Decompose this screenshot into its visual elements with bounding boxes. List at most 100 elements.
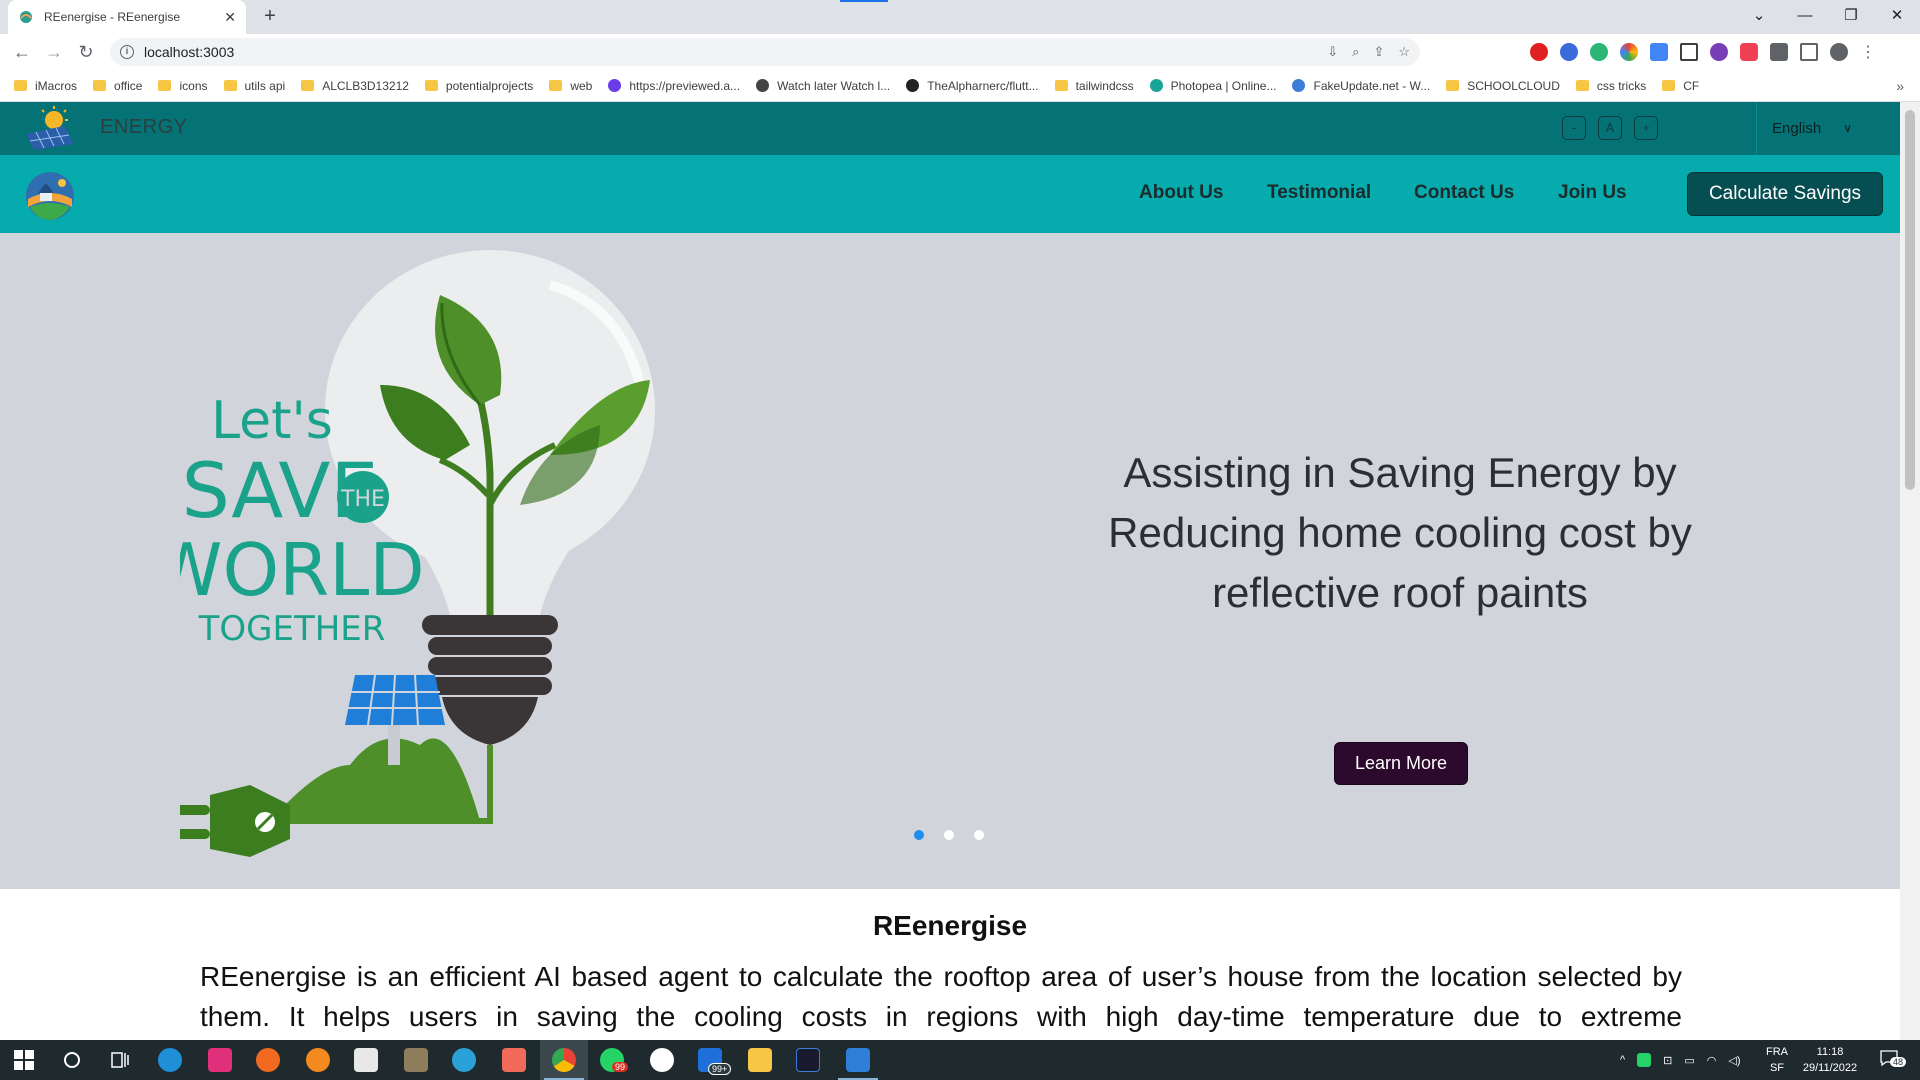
bookmark-item[interactable]: TheAlpharnerc/flutt... — [906, 79, 1039, 93]
brand-name[interactable]: ENERGY — [100, 116, 187, 139]
nav-testimonial[interactable]: Testimonial — [1267, 182, 1371, 204]
usb-icon[interactable]: ⊡ — [1663, 1054, 1672, 1067]
language-select-value[interactable]: English — [1772, 120, 1821, 137]
volume-icon[interactable]: ◁) — [1728, 1054, 1740, 1067]
input-language-indicator[interactable]: FRA SF — [1762, 1044, 1792, 1076]
bookmark-item[interactable]: office — [93, 79, 142, 93]
bookmark-label[interactable]: utils api — [245, 79, 286, 93]
tray-overflow-icon[interactable]: ^ — [1620, 1054, 1625, 1066]
carousel-dot-2[interactable] — [944, 830, 954, 840]
share-icon[interactable]: ⇪ — [1373, 44, 1384, 60]
bookmark-item[interactable]: Photopea | Online... — [1149, 79, 1277, 93]
webstorm-icon[interactable] — [796, 1048, 820, 1072]
bookmark-label[interactable]: https://previewed.a... — [629, 79, 740, 93]
bookmark-item[interactable]: tailwindcss — [1054, 79, 1134, 93]
tab-search-icon[interactable]: ⌄ — [1736, 0, 1782, 30]
reenergise-logo-icon[interactable] — [22, 169, 78, 221]
app-icon[interactable] — [650, 1048, 674, 1072]
bookmark-label[interactable]: SCHOOLCLOUD — [1467, 79, 1560, 93]
photos-icon[interactable] — [846, 1048, 870, 1072]
bookmark-label[interactable]: Watch later Watch l... — [777, 79, 890, 93]
app-icon[interactable] — [502, 1048, 526, 1072]
browser-tab-active[interactable]: REenergise - REenergise ✕ — [8, 0, 246, 34]
font-decrease-button[interactable]: - — [1562, 116, 1586, 140]
bookmark-item[interactable]: iMacros — [14, 79, 77, 93]
bookmark-label[interactable]: icons — [179, 79, 207, 93]
more-bookmarks-icon[interactable]: » — [1896, 78, 1904, 94]
extension-icon[interactable] — [1650, 43, 1668, 61]
restore-button[interactable]: ❐ — [1828, 0, 1874, 30]
extensions-puzzle-icon[interactable] — [1770, 43, 1788, 61]
battery-icon[interactable]: ▭ — [1684, 1054, 1694, 1067]
browser-menu-icon[interactable]: ⋮ — [1860, 42, 1876, 62]
profile-avatar-icon[interactable] — [1830, 43, 1848, 61]
address-bar-url[interactable]: localhost:3003 — [144, 44, 234, 60]
bookmark-label[interactable]: tailwindcss — [1076, 79, 1134, 93]
extension-icon[interactable] — [1560, 43, 1578, 61]
chrome-icon[interactable] — [552, 1048, 576, 1072]
bookmark-label[interactable]: web — [570, 79, 592, 93]
nav-about-us[interactable]: About Us — [1139, 182, 1223, 204]
task-view-icon[interactable] — [108, 1048, 132, 1072]
forward-icon[interactable]: → — [42, 40, 66, 64]
file-explorer-icon[interactable] — [748, 1048, 772, 1072]
tab-close-icon[interactable]: ✕ — [224, 9, 236, 26]
app-icon[interactable] — [404, 1048, 428, 1072]
nav-join-us[interactable]: Join Us — [1558, 182, 1627, 204]
bookmark-label[interactable]: potentialprojects — [446, 79, 533, 93]
font-increase-button[interactable]: + — [1634, 116, 1658, 140]
scrollbar-thumb[interactable] — [1905, 110, 1915, 490]
side-panel-icon[interactable] — [1800, 43, 1818, 61]
telegram-icon[interactable] — [452, 1048, 476, 1072]
bookmark-item[interactable]: utils api — [223, 79, 286, 93]
bookmark-item[interactable]: SCHOOLCLOUD — [1446, 79, 1560, 93]
install-app-icon[interactable]: ⇩ — [1327, 44, 1338, 60]
intellij-icon[interactable] — [208, 1048, 232, 1072]
page-scrollbar[interactable] — [1900, 102, 1920, 1040]
bookmark-item[interactable]: Watch later Watch l... — [756, 79, 890, 93]
windows-start-icon[interactable] — [12, 1048, 36, 1072]
close-window-button[interactable]: ✕ — [1874, 0, 1920, 30]
opera-extension-icon[interactable] — [1530, 43, 1548, 61]
bookmark-item[interactable]: ALCLB3D13212 — [301, 79, 409, 93]
extension-icon[interactable] — [1710, 43, 1728, 61]
bookmark-label[interactable]: css tricks — [1597, 79, 1646, 93]
chevron-down-icon[interactable]: ∨ — [1843, 121, 1852, 135]
zoom-icon[interactable]: ⌕ — [1352, 44, 1359, 60]
bookmark-label[interactable]: office — [114, 79, 142, 93]
site-info-icon[interactable]: i — [120, 45, 134, 59]
bookmark-item[interactable]: web — [549, 79, 592, 93]
language-select[interactable]: English ∨ — [1772, 116, 1882, 140]
nvidia-icon[interactable] — [1637, 1053, 1652, 1067]
nav-contact-us[interactable]: Contact Us — [1414, 182, 1514, 204]
reload-icon[interactable]: ↻ — [74, 40, 98, 64]
system-clock[interactable]: 11:18 29/11/2022 — [1790, 1044, 1870, 1076]
edge-icon[interactable] — [158, 1048, 182, 1072]
color-picker-extension-icon[interactable] — [1620, 43, 1638, 61]
calculate-savings-button[interactable]: Calculate Savings — [1687, 172, 1883, 216]
bookmark-item[interactable]: potentialprojects — [424, 79, 533, 93]
learn-more-button[interactable]: Learn More — [1334, 742, 1468, 785]
extension-icon[interactable] — [1590, 43, 1608, 61]
bookmark-item[interactable]: icons — [158, 79, 208, 93]
bookmark-item[interactable]: css tricks — [1575, 79, 1646, 93]
search-icon[interactable] — [60, 1048, 84, 1072]
postman-icon[interactable] — [256, 1048, 280, 1072]
bookmark-item[interactable]: https://previewed.a... — [608, 79, 740, 93]
bookmark-label[interactable]: Photopea | Online... — [1171, 79, 1277, 93]
bookmark-label[interactable]: iMacros — [35, 79, 77, 93]
pocket-extension-icon[interactable] — [1740, 43, 1758, 61]
minimize-button[interactable]: — — [1782, 0, 1828, 30]
screenshot-extension-icon[interactable] — [1680, 43, 1698, 61]
notification-center-icon[interactable]: 48 — [1880, 1048, 1907, 1072]
address-bar[interactable]: i localhost:3003 ⇩ ⌕ ⇪ ☆ — [110, 38, 1420, 66]
rstudio-icon[interactable] — [354, 1048, 378, 1072]
bookmark-label[interactable]: CF — [1683, 79, 1699, 93]
network-icon[interactable]: ◠ — [1707, 1054, 1717, 1067]
firefox-icon[interactable] — [306, 1048, 330, 1072]
bookmark-label[interactable]: TheAlpharnerc/flutt... — [927, 79, 1038, 93]
bookmark-label[interactable]: FakeUpdate.net - W... — [1313, 79, 1430, 93]
new-tab-button[interactable]: + — [258, 4, 282, 28]
bookmark-label[interactable]: ALCLB3D13212 — [322, 79, 409, 93]
bookmark-star-icon[interactable]: ☆ — [1398, 44, 1410, 60]
